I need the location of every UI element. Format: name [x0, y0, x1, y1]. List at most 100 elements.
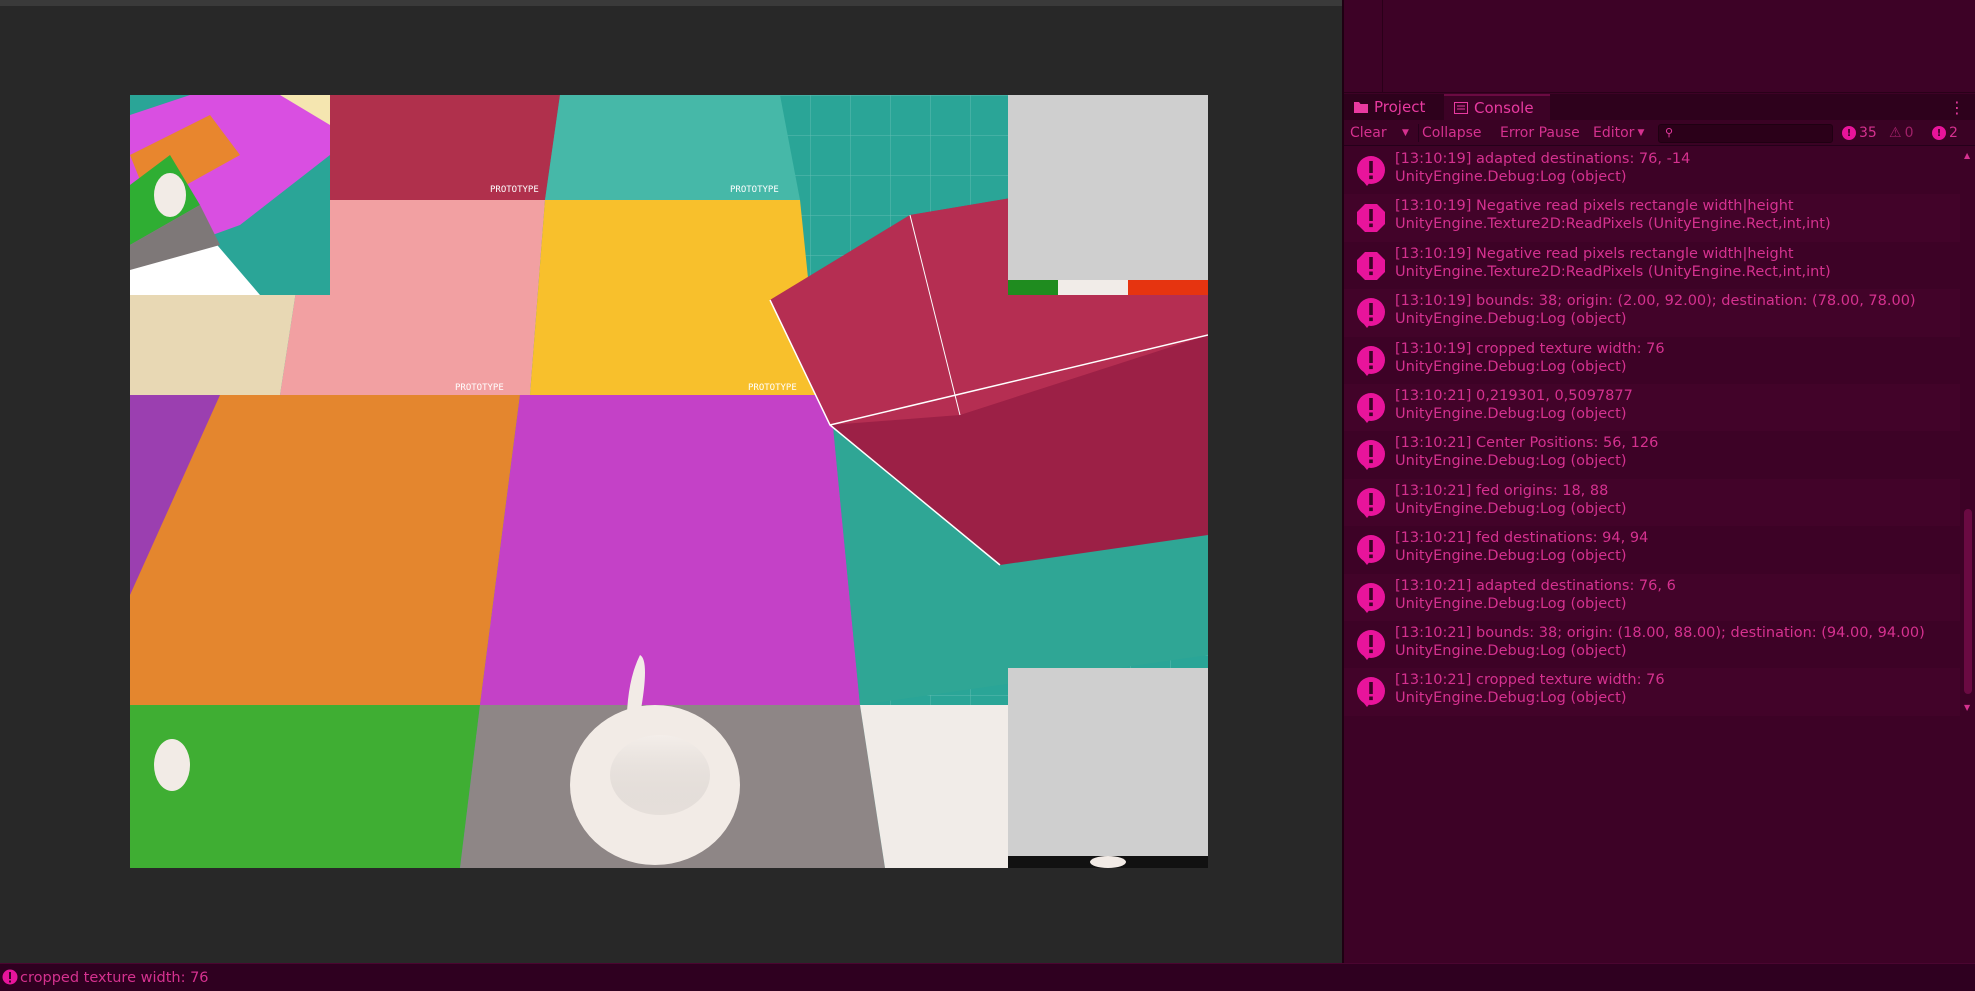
- log-entry[interactable]: [13:10:21] cropped texture width: 76 Unit…: [1344, 668, 1960, 716]
- log-message: [13:10:21] 0,219301, 0,5097877: [1395, 387, 1633, 404]
- folder-icon: [1354, 102, 1368, 113]
- log-stacktrace: UnityEngine.Debug:Log (object): [1395, 311, 1627, 328]
- editor-dropdown-label: Editor: [1593, 125, 1635, 141]
- console-log-list[interactable]: [13:10:19] adapted destinations: 76, -14…: [1344, 147, 1960, 717]
- log-message: [13:10:19] adapted destinations: 76, -14: [1395, 151, 1691, 167]
- log-stacktrace: UnityEngine.Debug:Log (object): [1395, 690, 1627, 707]
- scroll-up-icon[interactable]: ▲: [1964, 151, 1970, 160]
- texture-label-2: PROTOTYPE: [730, 185, 779, 195]
- log-message: [13:10:21] cropped texture width: 76: [1395, 672, 1665, 689]
- minimap-top-right: [1008, 95, 1208, 295]
- clear-button-label: Clear: [1350, 125, 1387, 141]
- log-icon: [1355, 534, 1387, 566]
- search-icon: ⚲: [1665, 126, 1674, 139]
- log-message: [13:10:19] bounds: 38; origin: (2.00, 92…: [1395, 293, 1916, 310]
- toolbar-separator: [1418, 124, 1419, 142]
- tab-console-label: Console: [1474, 99, 1534, 117]
- log-stacktrace: UnityEngine.Debug:Log (object): [1395, 500, 1627, 517]
- log-icon: [1355, 582, 1387, 614]
- chevron-down-icon: ▼: [1402, 128, 1409, 138]
- log-icon: !: [1842, 126, 1856, 140]
- log-entry[interactable]: [13:10:19] adapted destinations: 76, -14…: [1344, 147, 1960, 194]
- log-stacktrace: UnityEngine.Debug:Log (object): [1395, 595, 1627, 612]
- log-icon: [1355, 676, 1387, 708]
- log-message: [13:10:21] adapted destinations: 76, 6: [1395, 577, 1676, 594]
- more-options-icon[interactable]: ⋮: [1949, 98, 1965, 117]
- game-viewport[interactable]: PROTOTYPE PROTOTYPE PROTOTYPE PROTOTYPE: [130, 95, 1208, 868]
- inspector-area: [1344, 0, 1975, 93]
- warning-count-toggle[interactable]: ⚠ 0: [1889, 123, 1913, 143]
- panel-divider: [1382, 0, 1383, 93]
- log-entry[interactable]: [13:10:19] Negative read pixels rectangl…: [1344, 194, 1960, 242]
- log-entry[interactable]: [13:10:21] fed origins: 18, 88 UnityEngin…: [1344, 478, 1960, 527]
- log-entry[interactable]: [13:10:21] adapted destinations: 76, 6 Un…: [1344, 573, 1960, 621]
- texture-label-3: PROTOTYPE: [455, 383, 504, 393]
- status-message: cropped texture width: 76: [20, 970, 209, 986]
- game-view[interactable]: PROTOTYPE PROTOTYPE PROTOTYPE PROTOTYPE: [0, 0, 1342, 963]
- log-icon: [1355, 297, 1387, 329]
- console-search[interactable]: ⚲: [1658, 124, 1833, 143]
- texture-label-1: PROTOTYPE: [490, 185, 539, 195]
- tab-project[interactable]: Project: [1344, 94, 1442, 120]
- log-icon: [1355, 345, 1387, 377]
- game-view-topbar: [0, 0, 1342, 6]
- log-entry[interactable]: [13:10:21] fed destinations: 94, 94 Unity…: [1344, 526, 1960, 573]
- log-entry[interactable]: [13:10:19] Negative read pixels rectangl…: [1344, 242, 1960, 289]
- error-count: 2: [1949, 125, 1958, 141]
- log-icon: [1355, 629, 1387, 661]
- minimap-top-left: [130, 95, 330, 295]
- error-icon: [1355, 250, 1387, 282]
- console-icon: [1454, 102, 1468, 114]
- log-message: [13:10:21] fed origins: 18, 88: [1395, 482, 1609, 499]
- log-stacktrace: UnityEngine.Texture2D:ReadPixels (UnityE…: [1395, 216, 1831, 233]
- log-message: [13:10:21] Center Positions: 56, 126: [1395, 435, 1659, 452]
- scroll-down-icon[interactable]: ▼: [1964, 703, 1970, 712]
- tab-project-label: Project: [1374, 98, 1426, 116]
- log-stacktrace: UnityEngine.Debug:Log (object): [1395, 642, 1627, 659]
- chevron-down-icon: ▼: [1637, 128, 1645, 138]
- minimap-bottom-right: [1008, 668, 1208, 868]
- log-icon: [1355, 487, 1387, 519]
- right-panel: Project Console ⋮ Clear ▼ Collapse Error…: [1342, 0, 1975, 963]
- collapse-button[interactable]: Collapse: [1422, 123, 1482, 143]
- log-message: [13:10:19] Negative read pixels rectangl…: [1395, 198, 1794, 215]
- search-input[interactable]: [1679, 125, 1829, 142]
- log-entry[interactable]: [13:10:19] cropped texture width: 76 Unit…: [1344, 337, 1960, 384]
- clear-button[interactable]: Clear: [1350, 123, 1387, 143]
- log-entry[interactable]: [13:10:21] Center Positions: 56, 126 Unit…: [1344, 431, 1960, 478]
- log-message: [13:10:19] Negative read pixels rectangl…: [1395, 245, 1794, 262]
- log-entry[interactable]: [13:10:21] 0,219301, 0,5097877 UnityEngin…: [1344, 383, 1960, 432]
- error-pause-button-label: Error Pause: [1500, 125, 1580, 141]
- log-icon: [1355, 155, 1387, 187]
- error-count-toggle[interactable]: ! 2: [1932, 123, 1958, 143]
- log-stacktrace: UnityEngine.Debug:Log (object): [1395, 548, 1627, 565]
- scene-render: PROTOTYPE PROTOTYPE PROTOTYPE PROTOTYPE: [130, 95, 1208, 868]
- log-message: [13:10:19] cropped texture width: 76: [1395, 340, 1665, 357]
- log-icon: [1355, 392, 1387, 424]
- error-icon: !: [1932, 126, 1946, 140]
- console-toolbar: Clear ▼ Collapse Error Pause Editor ▼ ⚲ …: [1344, 120, 1975, 146]
- texture-label-4: PROTOTYPE: [748, 383, 797, 393]
- tab-bar: Project Console ⋮: [1344, 94, 1975, 120]
- editor-dropdown[interactable]: Editor ▼: [1593, 123, 1644, 143]
- error-pause-button[interactable]: Error Pause: [1500, 123, 1580, 143]
- log-message: [13:10:21] fed destinations: 94, 94: [1395, 530, 1649, 547]
- tab-console[interactable]: Console: [1444, 94, 1550, 120]
- log-stacktrace: UnityEngine.Debug:Log (object): [1395, 358, 1627, 375]
- log-scrollbar[interactable]: ▲ ▼: [1962, 147, 1974, 717]
- collapse-button-label: Collapse: [1422, 125, 1482, 141]
- log-stacktrace: UnityEngine.Debug:Log (object): [1395, 405, 1627, 422]
- warning-icon: ⚠: [1889, 125, 1902, 141]
- log-entry[interactable]: [13:10:19] bounds: 38; origin: (2.00, 92…: [1344, 289, 1960, 337]
- clear-options-dropdown[interactable]: ▼: [1402, 123, 1409, 143]
- log-stacktrace: UnityEngine.Texture2D:ReadPixels (UnityE…: [1395, 263, 1831, 280]
- log-entry[interactable]: [13:10:21] bounds: 38; origin: (18.00, 8…: [1344, 621, 1960, 668]
- status-bar[interactable]: cropped texture width: 76: [0, 963, 1975, 991]
- status-log-icon: [2, 969, 18, 985]
- error-icon: [1355, 202, 1387, 234]
- scrollbar-thumb[interactable]: [1964, 509, 1972, 694]
- log-message: [13:10:21] bounds: 38; origin: (18.00, 8…: [1395, 624, 1925, 641]
- log-icon: [1355, 439, 1387, 471]
- log-count: 35: [1859, 125, 1877, 141]
- log-count-toggle[interactable]: ! 35: [1842, 123, 1877, 143]
